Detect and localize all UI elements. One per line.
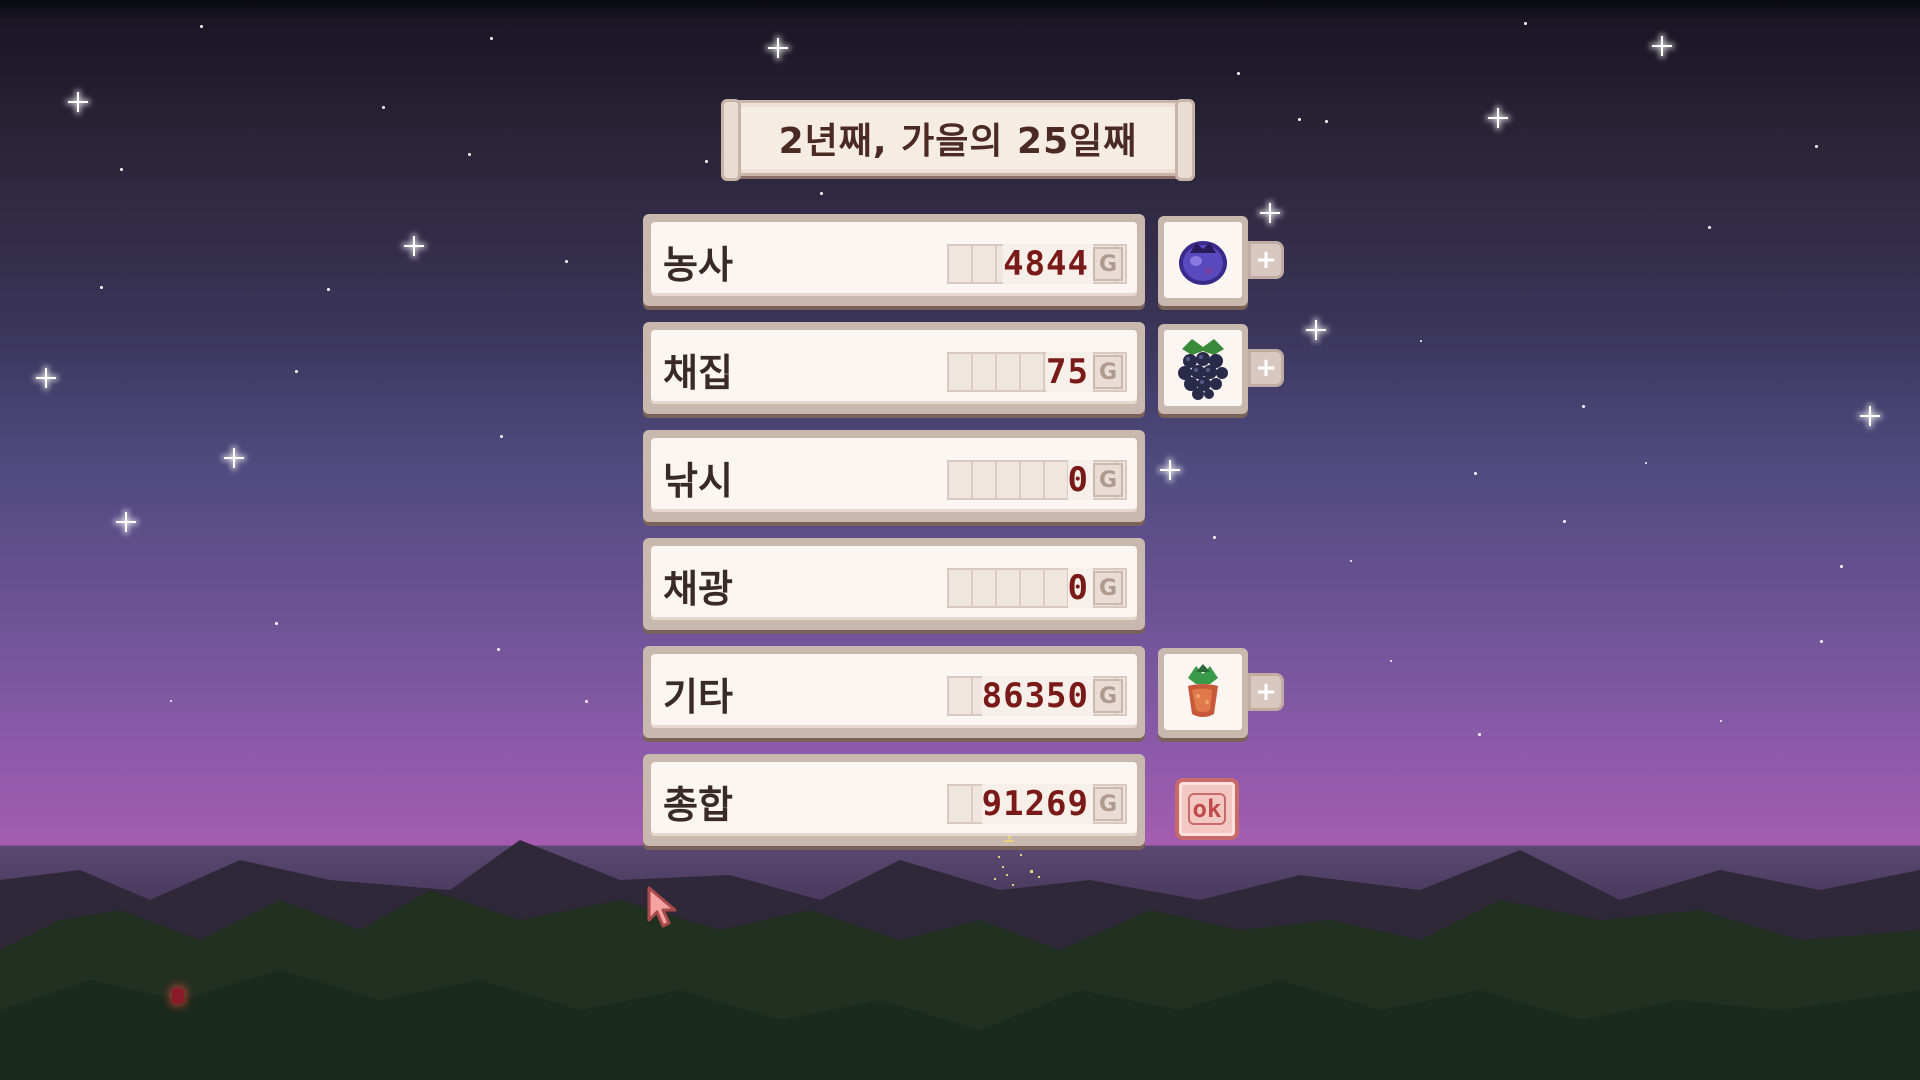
star (275, 622, 278, 625)
shipping-row-mining: 채광 0 G (643, 538, 1145, 630)
star (497, 648, 500, 651)
row-label: 기타 (663, 675, 733, 719)
value-box: 4844 G (947, 244, 1127, 284)
row-label: 낚시 (663, 459, 733, 503)
sparkle-star (1488, 108, 1508, 128)
star (500, 435, 503, 438)
value-box: 86350 G (947, 676, 1127, 716)
star (585, 700, 588, 703)
star (1420, 340, 1422, 342)
star (1563, 520, 1566, 523)
row-value: 91269 (981, 784, 1093, 824)
ok-button[interactable]: ok (1175, 778, 1239, 840)
value-box: 0 G (947, 460, 1127, 500)
star (200, 25, 203, 28)
star (1474, 472, 1477, 475)
gold-currency-icon: G (1093, 571, 1123, 605)
sparkle-particles (994, 836, 1040, 886)
row-label: 채광 (663, 567, 733, 611)
star (327, 288, 330, 291)
value-box: 75 G (947, 352, 1127, 392)
item-slot-foraging[interactable] (1158, 324, 1248, 414)
gold-currency-icon: G (1093, 247, 1123, 281)
row-label: 농사 (663, 243, 733, 287)
value-box: 0 G (947, 568, 1127, 608)
star (705, 160, 708, 163)
mouse-cursor-icon (647, 886, 677, 928)
star (565, 260, 568, 263)
blueberry-icon (1179, 241, 1227, 285)
blackberry-icon (1178, 339, 1228, 400)
gold-currency-icon: G (1093, 463, 1123, 497)
row-value: 4844 (1003, 244, 1093, 284)
star (1325, 120, 1328, 123)
shipping-row-farming: 농사 4844 G (643, 214, 1145, 306)
item-slot-farming[interactable] (1158, 216, 1248, 306)
star (100, 286, 103, 289)
row-label: 채집 (663, 351, 733, 395)
star (820, 192, 823, 195)
sparkle-star (36, 368, 56, 388)
ok-label: ok (1187, 793, 1227, 825)
seed-pot-icon (1188, 664, 1218, 717)
star (1298, 118, 1301, 121)
star (170, 700, 172, 702)
expand-tab-foraging[interactable]: + (1248, 349, 1284, 387)
gold-currency-icon: G (1093, 355, 1123, 389)
star (382, 106, 385, 109)
sparkle-star (768, 38, 788, 58)
star (1350, 560, 1352, 562)
star (1237, 72, 1240, 75)
mountain-landscape (0, 840, 1920, 1080)
sparkle-star (1652, 36, 1672, 56)
row-value: 0 (1067, 568, 1093, 608)
shipping-row-other: 기타 86350 G (643, 646, 1145, 738)
star (1645, 462, 1647, 464)
star (1708, 226, 1711, 229)
sparkle-star (68, 92, 88, 112)
gold-currency-icon: G (1093, 787, 1123, 821)
sparkle-star (224, 448, 244, 468)
expand-tab-other[interactable]: + (1248, 673, 1284, 711)
gold-currency-icon: G (1093, 679, 1123, 713)
star (1720, 720, 1722, 722)
star (1390, 660, 1392, 662)
star (295, 370, 298, 373)
star (1840, 565, 1843, 568)
shipping-row-total: 총합 91269 G (643, 754, 1145, 846)
star (490, 37, 493, 40)
star (1478, 733, 1481, 736)
value-box: 91269 G (947, 784, 1127, 824)
item-slot-other[interactable] (1158, 648, 1248, 738)
star (120, 168, 123, 171)
star (1524, 22, 1527, 25)
sparkle-star (1860, 406, 1880, 426)
star (1820, 640, 1823, 643)
row-value: 86350 (981, 676, 1093, 716)
star (1213, 536, 1216, 539)
sparkle-star (116, 512, 136, 532)
row-label: 총합 (663, 783, 733, 827)
star (1582, 405, 1585, 408)
star (1815, 145, 1818, 148)
shipping-row-fishing: 낚시 0 G (643, 430, 1145, 522)
date-banner: 2년째, 가을의 25일째 (721, 99, 1195, 181)
star (468, 153, 471, 156)
row-value: 75 (1046, 352, 1093, 392)
sparkle-star (1306, 320, 1326, 340)
sparkle-star (1260, 203, 1280, 223)
lamp-post (172, 988, 184, 1004)
date-title: 2년째, 가을의 25일째 (778, 121, 1138, 162)
shipping-row-foraging: 채집 75 G (643, 322, 1145, 414)
row-value: 0 (1067, 460, 1093, 500)
sparkle-star (404, 236, 424, 256)
sparkle-star (1160, 460, 1180, 480)
expand-tab-farming[interactable]: + (1248, 241, 1284, 279)
